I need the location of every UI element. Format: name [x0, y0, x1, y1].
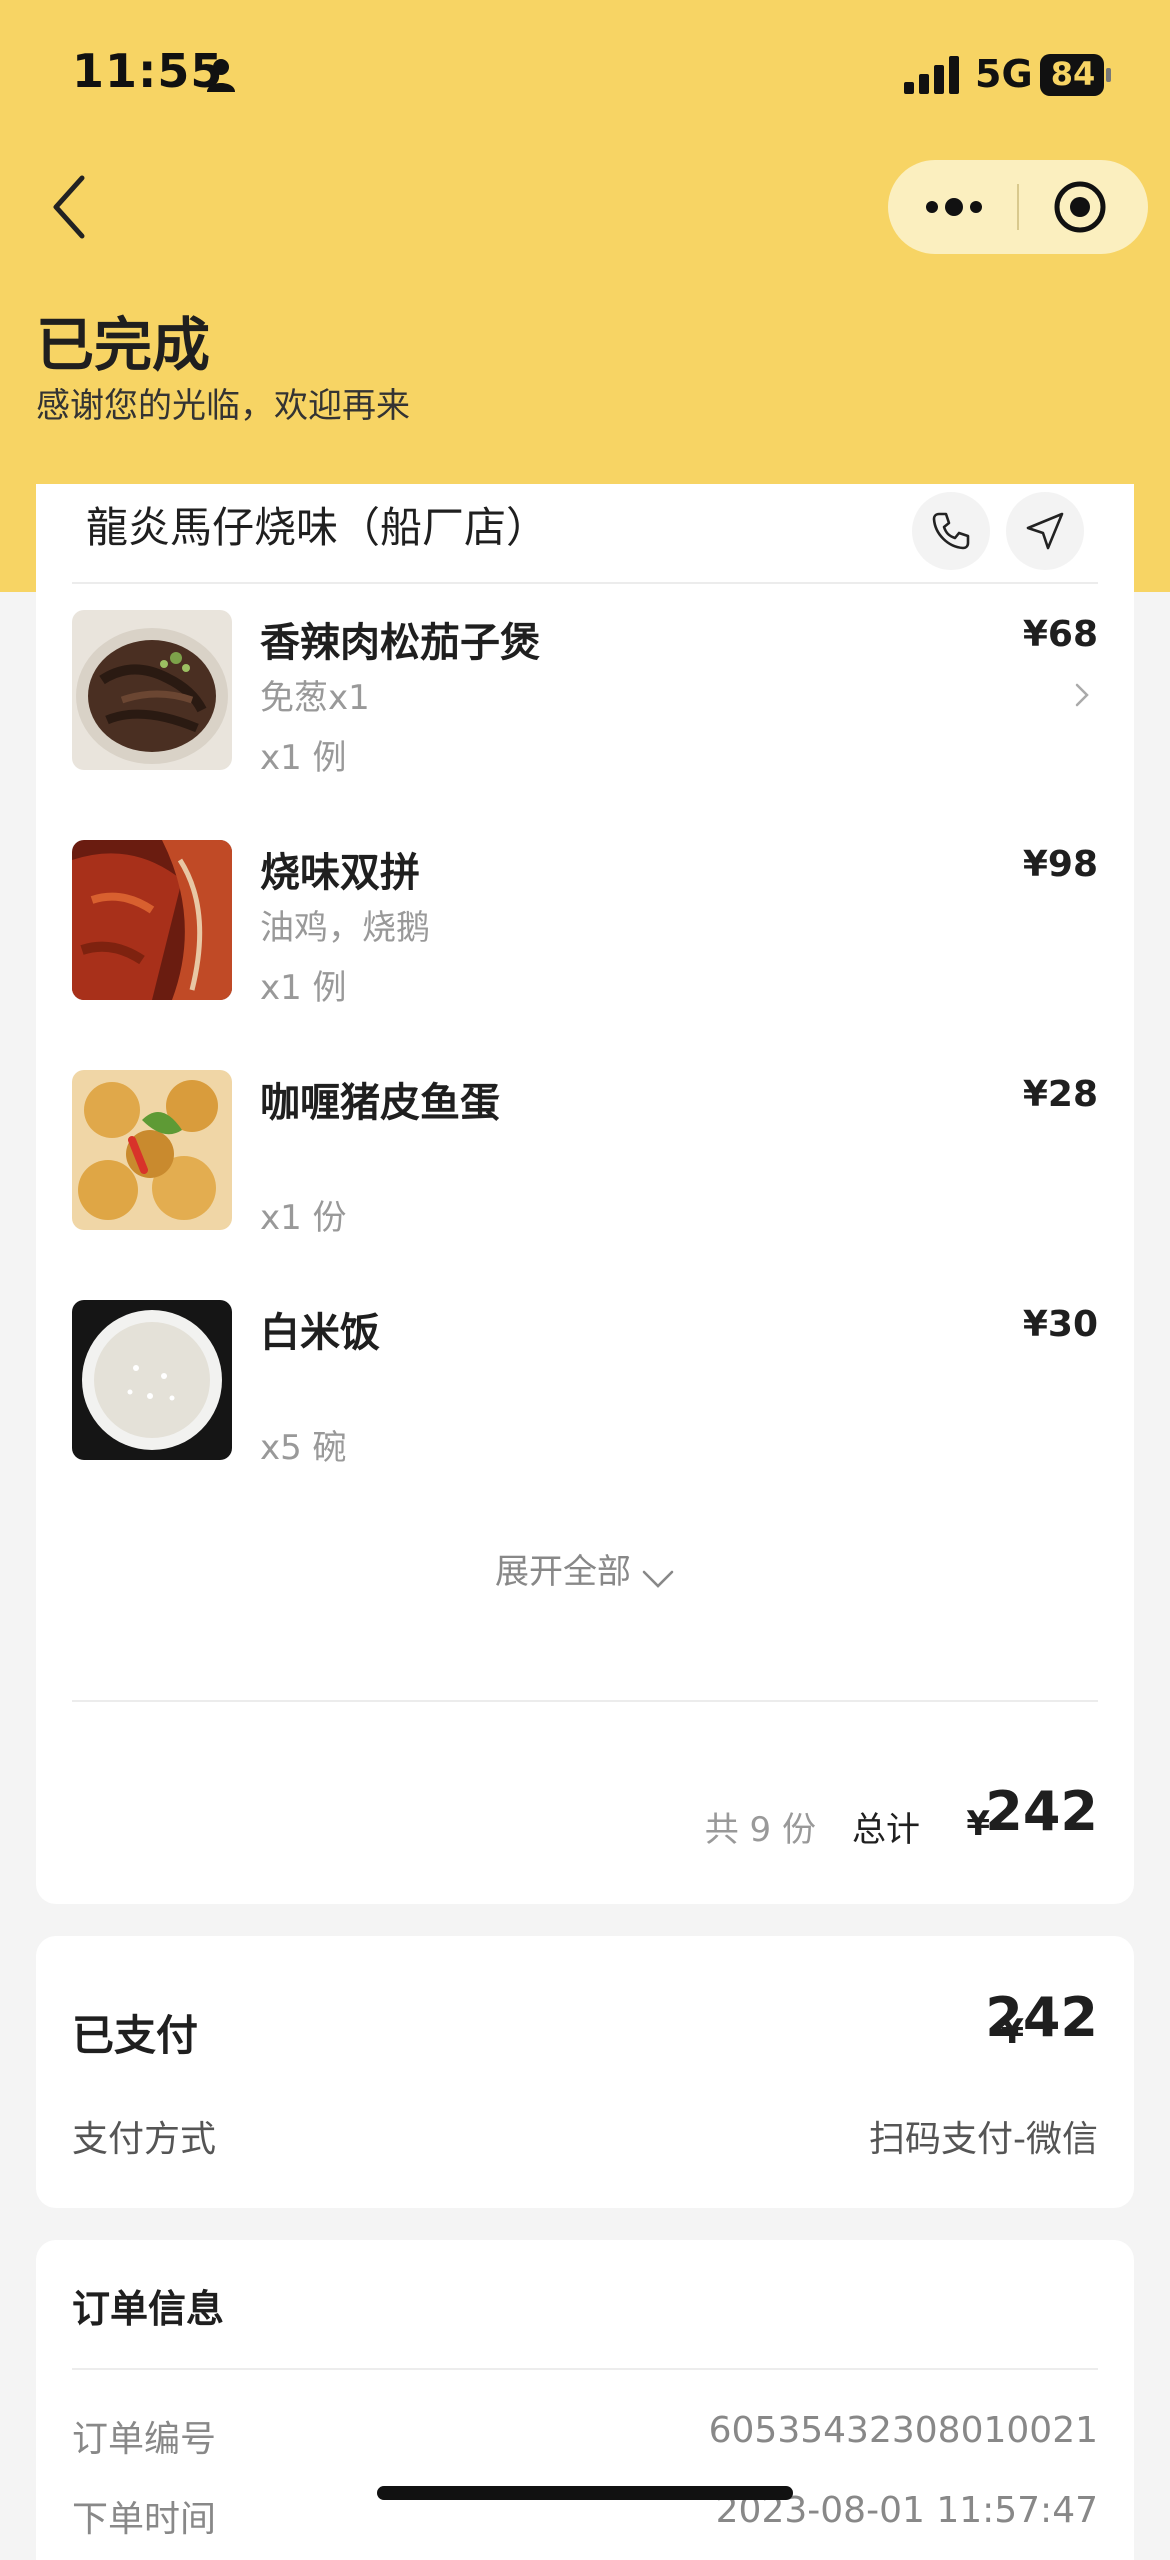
- chevron-down-icon: [642, 1570, 674, 1588]
- list-item[interactable]: 香辣肉松茄子煲 免葱x1 x1 例 ¥68: [72, 610, 1098, 778]
- payment-method-label: 支付方式: [72, 2119, 217, 2160]
- expand-all-label: 展开全部: [495, 1552, 631, 1592]
- home-indicator: [377, 2486, 793, 2500]
- call-button[interactable]: [912, 492, 990, 570]
- status-time: 11:55: [72, 44, 224, 98]
- list-item[interactable]: 烧味双拼 油鸡，烧鹅 x1 例 ¥98: [72, 840, 1098, 1008]
- roast-meat-photo: [72, 840, 232, 1000]
- expand-all-button[interactable]: 展开全部: [36, 1544, 1134, 1593]
- order-number-value[interactable]: 60535432308010021: [709, 2410, 1098, 2451]
- item-name: 烧味双拼: [260, 850, 420, 896]
- item-name: 白米饭: [260, 1310, 380, 1356]
- item-price: ¥28: [1022, 1074, 1098, 1115]
- order-card: 龍炎馬仔烧味（船厂店） 香辣肉松茄子煲 免葱x1 x1 例 ¥68 烧味双拼 油…: [36, 484, 1134, 1904]
- order-info-title: 订单信息: [72, 2287, 225, 2331]
- payment-method-value: 扫码支付-微信: [869, 2119, 1098, 2160]
- navigate-button[interactable]: [1006, 492, 1084, 570]
- person-icon: [207, 59, 235, 92]
- item-spec: 油鸡，烧鹅: [260, 908, 430, 948]
- order-number-label: 订单编号: [72, 2419, 217, 2460]
- item-quantity: x1 例: [260, 738, 347, 778]
- item-name: 香辣肉松茄子煲: [260, 620, 540, 666]
- signal-icon: [904, 56, 959, 94]
- paid-amount: 242: [985, 1986, 1098, 2049]
- page-subtitle: 感谢您的光临，欢迎再来: [36, 386, 410, 426]
- item-quantity: x1 份: [260, 1198, 347, 1238]
- chevron-right-icon[interactable]: [1072, 680, 1092, 710]
- shop-name[interactable]: 龍炎馬仔烧味（船厂店）: [86, 494, 548, 555]
- summary-divider: [72, 1700, 1098, 1702]
- curry-fishball-photo: [72, 1070, 232, 1230]
- item-price: ¥98: [1022, 844, 1098, 885]
- item-count: 共 9 份: [704, 1810, 816, 1850]
- item-spec: 免葱x1: [260, 678, 370, 718]
- battery-level: 84: [1050, 55, 1096, 93]
- payment-status: 已支付: [72, 2011, 199, 2060]
- order-time-label: 下单时间: [72, 2499, 217, 2540]
- item-quantity: x1 例: [260, 968, 347, 1008]
- total-label: 总计: [852, 1810, 920, 1850]
- back-arrow-icon[interactable]: [46, 172, 96, 242]
- close-target-icon[interactable]: [1053, 180, 1107, 234]
- white-rice-photo: [72, 1300, 232, 1460]
- item-name: 咖喱猪皮鱼蛋: [260, 1080, 500, 1126]
- network-type: 5G: [975, 52, 1033, 96]
- total-amount: 242: [985, 1780, 1098, 1843]
- order-info-card: 订单信息 订单编号 60535432308010021 下单时间 2023-08…: [36, 2240, 1134, 2560]
- navigation-arrow-icon: [1026, 512, 1064, 550]
- item-quantity: x5 碗: [260, 1428, 347, 1468]
- payment-card: 已支付 ¥ 242 支付方式 扫码支付-微信: [36, 1936, 1134, 2208]
- phone-icon: [932, 512, 970, 550]
- page-title: 已完成: [36, 311, 211, 379]
- shop-divider: [72, 582, 1098, 584]
- braised-eggplant-photo: [72, 610, 232, 770]
- more-icon[interactable]: [922, 182, 986, 232]
- capsule-divider: [1017, 184, 1019, 230]
- item-price: ¥30: [1022, 1304, 1098, 1345]
- list-item[interactable]: 咖喱猪皮鱼蛋 x1 份 ¥28: [72, 1070, 1098, 1238]
- list-item[interactable]: 白米饭 x5 碗 ¥30: [72, 1300, 1098, 1468]
- order-info-divider: [72, 2368, 1098, 2370]
- miniprogram-capsule: [888, 160, 1148, 254]
- item-price: ¥68: [1022, 614, 1098, 655]
